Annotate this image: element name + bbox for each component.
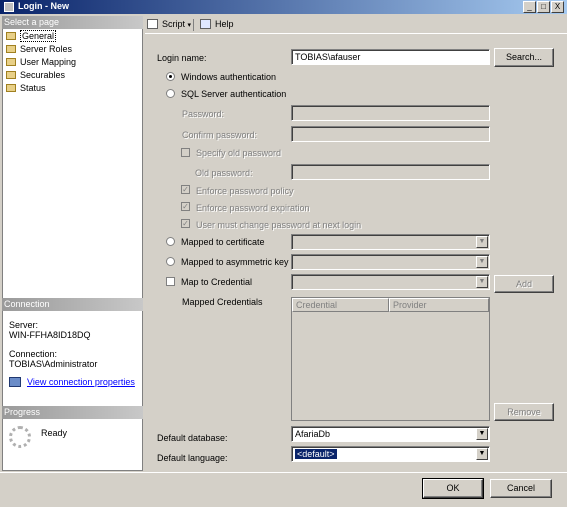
toolbar-separator	[193, 19, 194, 31]
mapped-asym-label: Mapped to asymmetric key	[181, 257, 289, 267]
chevron-down-icon: ▾	[187, 22, 192, 29]
confirm-password-label: Confirm password:	[182, 130, 258, 140]
add-button[interactable]: Add	[494, 275, 554, 293]
search-button[interactable]: Search...	[494, 48, 554, 67]
ok-button[interactable]: OK	[422, 478, 484, 499]
cancel-button[interactable]: Cancel	[490, 479, 552, 498]
server-value: WIN-FFHA8ID18DQ	[9, 330, 91, 340]
page-icon	[6, 32, 16, 40]
nav-item-label: Server Roles	[20, 44, 73, 54]
help-button[interactable]: Help	[200, 17, 234, 31]
window-icon	[4, 2, 14, 12]
nav-item-label: Securables	[20, 70, 66, 80]
enforce-policy-label: Enforce password policy	[196, 186, 294, 196]
remove-button[interactable]: Remove	[494, 403, 554, 421]
progress-status: Ready	[41, 428, 68, 438]
default-database-value: AfariaDb	[295, 429, 331, 439]
script-icon	[147, 19, 158, 29]
mapped-credentials-label: Mapped Credentials	[182, 297, 263, 307]
script-label: Script	[162, 19, 186, 29]
help-label: Help	[215, 19, 234, 29]
server-label: Server:	[9, 320, 39, 330]
password-label: Password:	[182, 109, 225, 119]
windows-auth-radio[interactable]	[166, 72, 175, 81]
chevron-down-icon: ▼	[476, 236, 488, 248]
old-password-label: Old password:	[195, 168, 253, 178]
maximize-button[interactable]: □	[537, 1, 550, 13]
credential-select[interactable]: ▼	[291, 274, 490, 290]
enforce-expiration-label: Enforce password expiration	[196, 203, 310, 213]
login-name-label: Login name:	[157, 53, 207, 63]
nav-item-user-mapping[interactable]: User Mapping	[5, 56, 76, 68]
must-change-checkbox[interactable]: ✓	[181, 219, 190, 228]
connection-header: Connection	[2, 298, 143, 311]
page-icon	[6, 58, 16, 66]
default-language-value: <default>	[295, 449, 337, 459]
chevron-down-icon: ▼	[476, 256, 488, 268]
nav-item-general[interactable]: General	[5, 30, 57, 42]
page-icon	[6, 71, 16, 79]
windows-auth-label: Windows authentication	[181, 72, 277, 82]
close-button[interactable]: X	[551, 1, 564, 13]
title-bar	[0, 0, 567, 14]
nav-item-status[interactable]: Status	[5, 82, 46, 94]
properties-icon	[9, 377, 21, 387]
login-name-input[interactable]: TOBIAS\afauser	[291, 49, 490, 65]
mapped-asym-radio[interactable]	[166, 257, 175, 266]
progress-header: Progress	[2, 406, 143, 419]
sql-auth-radio[interactable]	[166, 89, 175, 98]
default-language-label: Default language:	[157, 453, 228, 463]
nav-item-label: General	[20, 30, 57, 42]
help-icon	[200, 19, 211, 29]
footer-divider	[0, 472, 567, 473]
password-field[interactable]	[291, 105, 490, 121]
grid-header-provider[interactable]: Provider	[389, 298, 489, 312]
nav-item-label: Status	[20, 83, 46, 93]
specify-old-password-label: Specify old password	[196, 148, 282, 158]
chevron-down-icon: ▼	[476, 448, 488, 460]
page-icon	[6, 45, 16, 53]
specify-old-password-checkbox[interactable]	[181, 148, 190, 157]
must-change-label: User must change password at next login	[196, 220, 362, 230]
connection-value: TOBIAS\Administrator	[9, 359, 98, 369]
mapped-cert-radio[interactable]	[166, 237, 175, 246]
chevron-down-icon: ▼	[476, 276, 488, 288]
nav-item-server-roles[interactable]: Server Roles	[5, 43, 72, 55]
default-language-select[interactable]: <default> ▼	[291, 446, 490, 462]
chevron-down-icon: ▼	[476, 428, 488, 440]
window-title: Login - New	[18, 1, 69, 11]
page-icon	[6, 84, 16, 92]
mapped-credentials-grid[interactable]	[291, 297, 490, 421]
asymmetric-key-select[interactable]: ▼	[291, 254, 490, 270]
grid-header-credential[interactable]: Credential	[292, 298, 389, 312]
mapped-cert-label: Mapped to certificate	[181, 237, 265, 247]
connection-label: Connection:	[9, 349, 58, 359]
certificate-select[interactable]: ▼	[291, 234, 490, 250]
enforce-policy-checkbox[interactable]: ✓	[181, 185, 190, 194]
nav-item-securables[interactable]: Securables	[5, 69, 65, 81]
script-button[interactable]: Script ▾	[147, 17, 191, 31]
enforce-expiration-checkbox[interactable]: ✓	[181, 202, 190, 211]
old-password-field[interactable]	[291, 164, 490, 180]
default-database-label: Default database:	[157, 433, 228, 443]
confirm-password-field[interactable]	[291, 126, 490, 142]
map-credential-checkbox[interactable]	[166, 277, 175, 286]
minimize-button[interactable]: _	[523, 1, 536, 13]
map-credential-label: Map to Credential	[181, 277, 253, 287]
progress-spinner-icon	[9, 426, 31, 448]
select-page-header: Select a page	[2, 16, 143, 29]
nav-item-label: User Mapping	[20, 57, 77, 67]
sql-auth-label: SQL Server authentication	[181, 89, 287, 99]
default-database-select[interactable]: AfariaDb ▼	[291, 426, 490, 442]
view-connection-properties-link[interactable]: View connection properties	[27, 377, 135, 387]
